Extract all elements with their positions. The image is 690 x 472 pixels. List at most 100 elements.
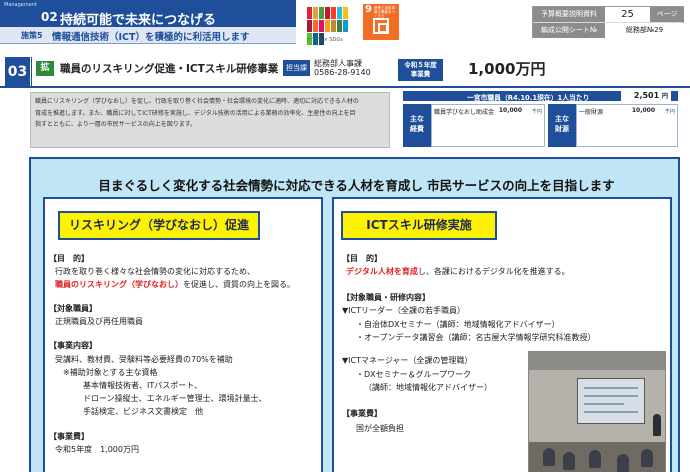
per-staff-unit: 円 bbox=[661, 93, 668, 100]
photo-person bbox=[641, 449, 653, 467]
main-cost-label-2: 経費 bbox=[410, 125, 424, 133]
main-headline: 目まぐるしく変化する社会情勢に対応できる人材を育成し 市民サービスの向上を目指し… bbox=[98, 178, 615, 193]
ict-training-title: ICTスキル研修実施 bbox=[341, 211, 497, 240]
sdg-color-tile bbox=[337, 20, 342, 32]
description-line: 指すとともに、より一層の市民サービスの向上を図ります。 bbox=[35, 121, 197, 128]
main-cost-label: 主な 経費 bbox=[403, 104, 431, 147]
section-title: 持続可能で未来につなげる bbox=[60, 13, 217, 28]
sdg-color-tile bbox=[331, 7, 336, 19]
sdg-color-tile bbox=[307, 20, 312, 32]
ref-label-sheet: 編成公開シート№ bbox=[533, 23, 605, 38]
target-item: ・DXセミナー＆グループワーク bbox=[356, 370, 472, 379]
cost-value: 10,000 bbox=[498, 107, 522, 114]
sdg-color-tile bbox=[337, 7, 342, 19]
sdg-color-tile bbox=[319, 7, 324, 19]
source-unit: 千円 bbox=[664, 109, 675, 115]
qualification-list: 基本情報技術者、ITパスポート、 bbox=[83, 381, 203, 390]
photo-projection-screen bbox=[577, 378, 645, 424]
sdgs-caption: 一宮市 × SDGs bbox=[307, 37, 343, 43]
ref-page-number: 25 bbox=[605, 7, 650, 22]
purpose-rest: を促進し、資質の向上を図る。 bbox=[183, 280, 295, 289]
main-source-label: 主な 財源 bbox=[548, 104, 576, 147]
purpose-highlight: デジタル人材を育成 bbox=[346, 267, 418, 276]
purpose-rest: し、各課におけるデジタル化を推進する。 bbox=[417, 267, 570, 276]
cost-heading: 【事業費】 bbox=[342, 409, 382, 418]
project-description: 職員にリスキリング（学びなおし）を促し、行政を取り巻く社会情勢・社会環境の変化に… bbox=[30, 92, 390, 148]
photo-person bbox=[563, 452, 575, 470]
photo-person bbox=[589, 450, 601, 468]
sdg-color-tile bbox=[325, 20, 330, 32]
sdgs-logo-icon bbox=[307, 7, 349, 45]
training-photo bbox=[528, 351, 666, 472]
fiscal-year-label: 令和５年度 事業費 bbox=[398, 59, 443, 81]
department-label: 担当課 bbox=[283, 60, 310, 76]
per-staff-amount: 2,501 bbox=[633, 91, 660, 100]
target-text: 正規職員及び再任用職員 bbox=[55, 317, 143, 326]
project-number: 03 bbox=[5, 57, 30, 87]
ict-training-column: ICTスキル研修実施 【目 的】 デジタル人材を育成し、各課におけるデジタル化を… bbox=[332, 197, 672, 472]
sdg-color-tile bbox=[307, 7, 312, 19]
section-number: 02 bbox=[41, 10, 58, 24]
ref-page-label: ページ bbox=[650, 7, 684, 22]
target-heading: 【対象職員・研修内容】 bbox=[342, 293, 430, 302]
description-line: 職員にリスキリング（学びなおし）を促し、行政を取り巻く社会情勢・社会環境の変化に… bbox=[35, 98, 359, 105]
sdg-color-tile bbox=[343, 7, 348, 19]
source-value: 10,000 bbox=[631, 107, 655, 114]
main-panel: 目まぐるしく変化する社会情勢に対応できる人材を育成し 市民サービスの向上を目指し… bbox=[29, 157, 680, 472]
project-budget: 1,000万円 bbox=[468, 60, 546, 78]
per-staff-value: 2,501 円 bbox=[621, 91, 671, 101]
main-cost-label-1: 主な bbox=[410, 115, 424, 123]
cost-text: 令和5年度 1,000万円 bbox=[55, 445, 139, 454]
qualification-list: 手話検定、ビジネス文書検定 他 bbox=[83, 407, 203, 416]
ref-label-material: 予算概要説明資料 bbox=[533, 7, 605, 22]
purpose-heading: 【目 的】 bbox=[342, 254, 382, 263]
main-source-label-1: 主な bbox=[555, 115, 569, 123]
purpose-text-2: 職員のリスキリング（学びなおし）を促進し、資質の向上を図る。 bbox=[55, 279, 295, 290]
project-title: 職員のリスキリング促進・ICTスキル研修事業 bbox=[60, 63, 279, 75]
target-item: ・オープンデータ講習会（講師：名古屋大学情報学研究科准教授） bbox=[356, 333, 596, 342]
divider bbox=[31, 57, 32, 87]
content-heading: 【事業内容】 bbox=[49, 341, 97, 350]
department-phone: 0586-28-9140 bbox=[314, 68, 371, 77]
cost-heading: 【事業費】 bbox=[49, 432, 89, 441]
sdg-goal-number: 9 bbox=[365, 4, 372, 15]
cost-text: 国が全額負担 bbox=[356, 424, 404, 433]
fiscal-year: 令和５年度 bbox=[404, 61, 437, 69]
target-item: ▼ICTリーダー（全課の若手職員） bbox=[342, 306, 465, 315]
photo-speaker bbox=[653, 414, 661, 436]
sdg-color-tile bbox=[331, 20, 336, 32]
reskilling-column: リスキリング（学びなおし）促進 【目 的】 行政を取り巻く様々な社会情勢の変化に… bbox=[43, 197, 323, 472]
main-source-label-2: 財源 bbox=[555, 125, 569, 133]
photo-person bbox=[543, 448, 555, 466]
cost-item: 職員学びなおし助成金 bbox=[434, 109, 495, 116]
sdg-goal-9-icon: 9 産業と技術革新の基盤をつくろう bbox=[363, 4, 399, 40]
cost-unit: 千円 bbox=[531, 109, 542, 115]
main-cost-table: 職員学びなおし助成金 10,000 千円 bbox=[431, 104, 545, 147]
reference-box: 予算概要説明資料 25 ページ 編成公開シート№ 総務部№29 bbox=[532, 6, 684, 38]
cube-icon bbox=[373, 18, 389, 34]
photo-person bbox=[617, 454, 629, 472]
per-staff-label: 一宮市職員（R4.10.1現在）1人当たり bbox=[467, 94, 590, 102]
purpose-heading: 【目 的】 bbox=[49, 254, 89, 263]
main-source-table: 一般財源 10,000 千円 bbox=[576, 104, 678, 147]
sdg-color-tile bbox=[313, 7, 318, 19]
sdg-goal-caption: 産業と技術革新の基盤をつくろう bbox=[374, 6, 395, 18]
purpose-text: デジタル人材を育成し、各課におけるデジタル化を推進する。 bbox=[346, 266, 570, 277]
expansion-badge: 拡 bbox=[36, 61, 54, 76]
sdg-color-tile bbox=[313, 20, 318, 32]
policy-title: 情報通信技術（ICT）を積極的に利活用します bbox=[52, 32, 250, 43]
reskilling-title: リスキリング（学びなおし）促進 bbox=[58, 211, 260, 240]
per-staff-cost-row: 一宮市職員（R4.10.1現在）1人当たり 2,501 円 bbox=[403, 91, 678, 102]
target-item: ・自治体DXセミナー（講師：地域情報化アドバイザー） bbox=[356, 320, 560, 329]
source-item: 一般財源 bbox=[579, 109, 604, 116]
photo-ceiling bbox=[529, 352, 665, 370]
target-item: ▼ICTマネージャー（全課の管理職） bbox=[342, 356, 473, 365]
content-note: ※補助対象とする主な資格 bbox=[63, 368, 158, 377]
purpose-highlight: 職員のリスキリング（学びなおし） bbox=[55, 280, 183, 289]
management-label: Management bbox=[4, 2, 37, 8]
policy-number: 施策5 bbox=[21, 31, 43, 40]
content-text: 受講料、教材費、受験料等必要経費の70%を補助 bbox=[55, 355, 233, 364]
purpose-text: 行政を取り巻く様々な社会情勢の変化に対応するため、 bbox=[55, 267, 255, 276]
description-line: 育成を推進します。また、職員に対してICT研修を実施し、デジタル技術の活用による… bbox=[35, 109, 356, 117]
target-item: （講師：地域情報化アドバイザー） bbox=[364, 383, 492, 392]
